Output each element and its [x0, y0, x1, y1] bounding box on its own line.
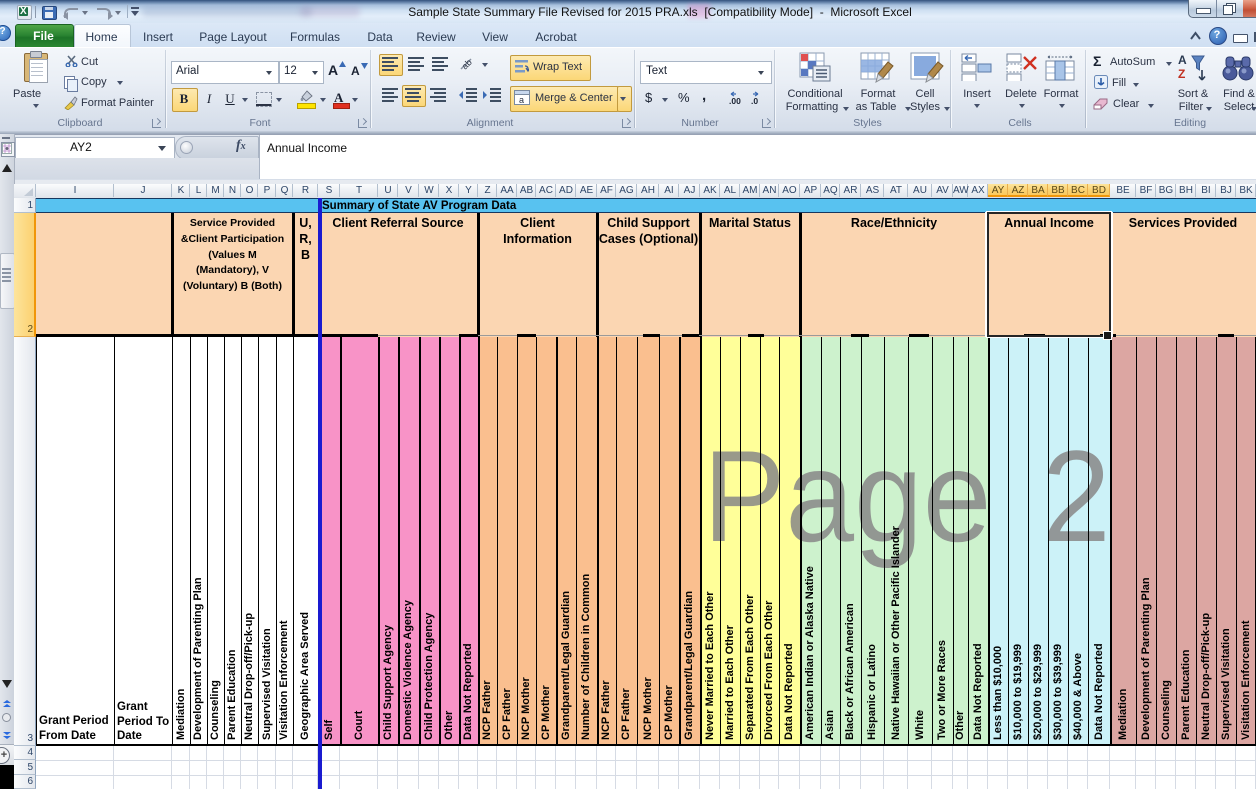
svg-text:A: A	[1178, 53, 1187, 67]
svg-text:.00: .00	[729, 96, 741, 105]
svg-text:a: a	[519, 95, 524, 105]
svg-text:.0: .0	[751, 96, 758, 105]
svg-text:Z: Z	[1178, 67, 1185, 81]
